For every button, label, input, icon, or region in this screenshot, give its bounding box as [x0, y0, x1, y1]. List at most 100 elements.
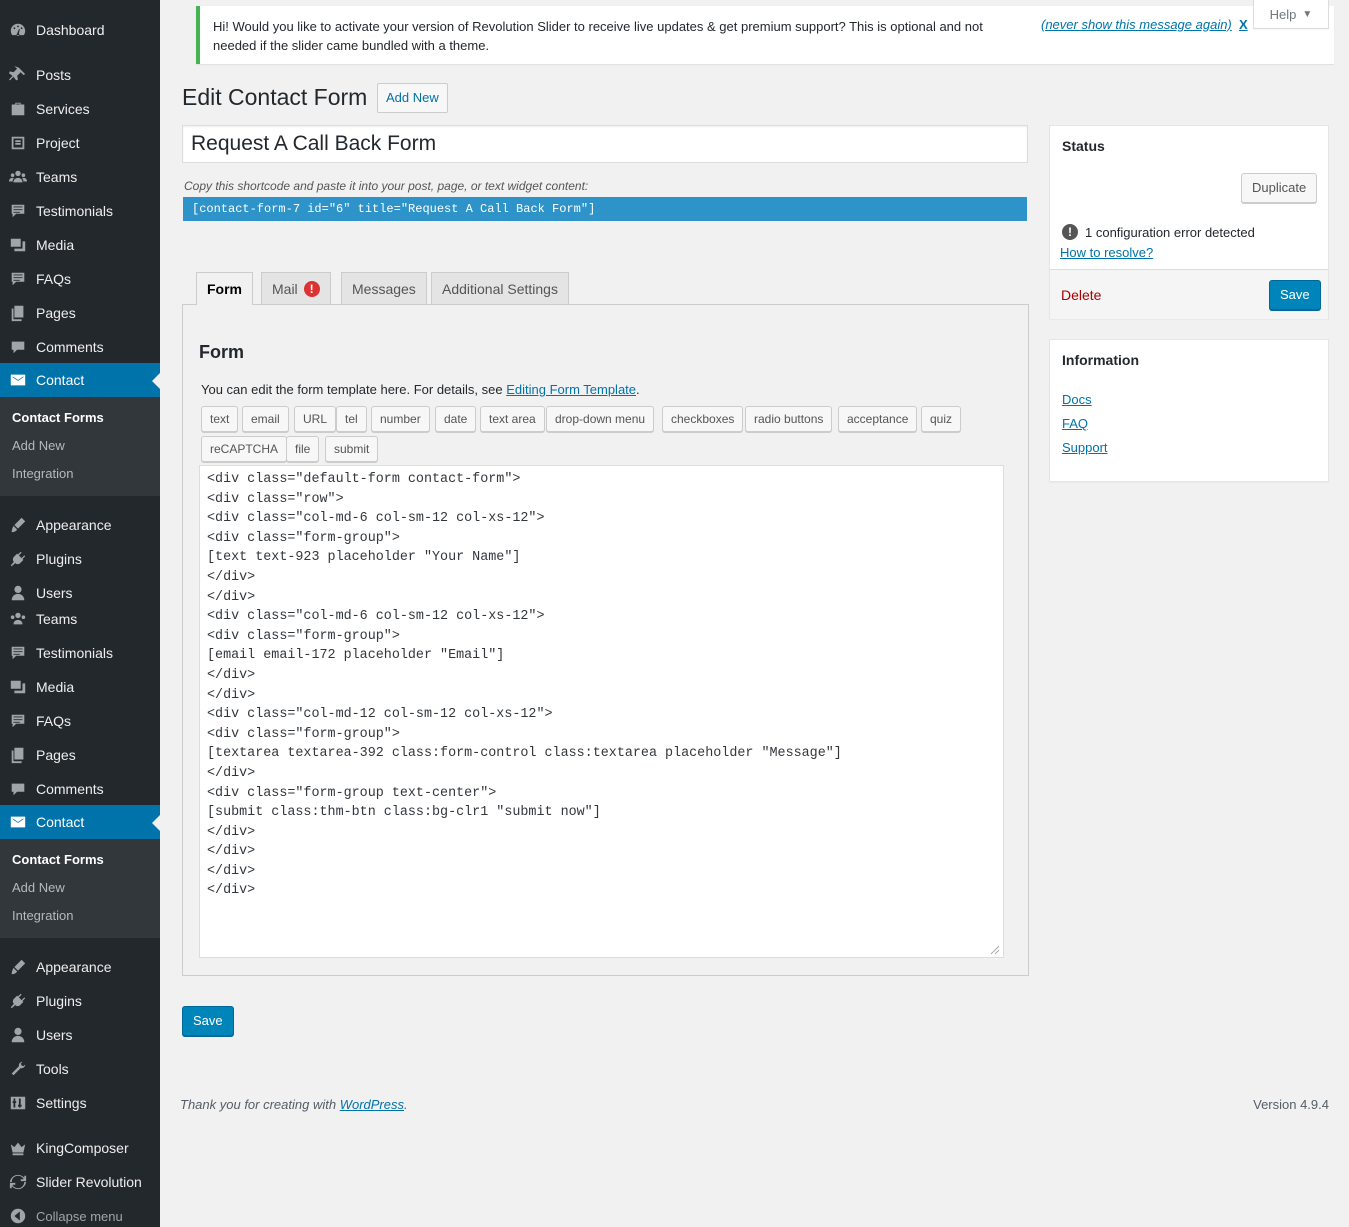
menu-plugins-2[interactable]: Plugins — [0, 984, 160, 1018]
information-box: Information — [1049, 339, 1329, 482]
menu-comments-2[interactable]: Comments — [0, 772, 160, 806]
contact-submenu-2: Contact Forms Add New Integration — [0, 839, 160, 938]
tab-additional-settings[interactable]: Additional Settings — [431, 272, 569, 304]
tag-button-dropdown[interactable]: drop-down menu — [546, 406, 655, 432]
pages-icon — [0, 746, 36, 764]
wordpress-link[interactable]: WordPress — [340, 1097, 404, 1112]
menu-users-2[interactable]: Users — [0, 1018, 160, 1052]
menu-contact-2[interactable]: Contact — [0, 805, 160, 839]
menu-label: Users — [36, 585, 73, 601]
submenu-integration[interactable]: Integration — [0, 460, 160, 488]
menu-teams[interactable]: Teams — [0, 160, 160, 194]
tag-button-recaptcha[interactable]: reCAPTCHA — [201, 436, 288, 462]
tag-button-url[interactable]: URL — [294, 406, 337, 432]
notice-close-button[interactable]: X — [1239, 17, 1248, 32]
comment-icon — [0, 644, 36, 662]
menu-appearance-2[interactable]: Appearance — [0, 950, 160, 984]
menu-label: FAQs — [36, 713, 72, 729]
tag-button-radio[interactable]: radio buttons — [745, 406, 833, 432]
save-button[interactable]: Save — [182, 1006, 234, 1036]
collapse-icon — [0, 1207, 36, 1225]
refresh-icon — [0, 1173, 36, 1191]
menu-appearance[interactable]: Appearance — [0, 508, 160, 542]
submenu-integration[interactable]: Integration — [0, 902, 160, 930]
menu-posts[interactable]: Posts — [0, 58, 160, 92]
resize-handle-icon[interactable] — [990, 945, 1000, 955]
menu-testimonials-2[interactable]: Testimonials — [0, 636, 160, 670]
config-error-notice: ! 1 configuration error detected — [1062, 224, 1255, 240]
menu-label: FAQs — [36, 271, 72, 287]
menu-contact[interactable]: Contact — [0, 363, 160, 397]
comment-icon — [0, 270, 36, 288]
tag-button-acceptance[interactable]: acceptance — [838, 406, 918, 432]
menu-faqs[interactable]: FAQs — [0, 262, 160, 296]
menu-label: Media — [36, 679, 75, 695]
faq-link[interactable]: FAQ — [1062, 416, 1088, 431]
footer-thanks: Thank you for creating with WordPress. — [180, 1097, 408, 1112]
menu-pages-2[interactable]: Pages — [0, 738, 160, 772]
collapse-menu-button[interactable]: Collapse menu — [0, 1199, 160, 1227]
menu-settings[interactable]: Settings — [0, 1086, 160, 1120]
menu-testimonials[interactable]: Testimonials — [0, 194, 160, 228]
tag-button-textarea[interactable]: text area — [480, 406, 545, 432]
menu-label: Collapse menu — [36, 1208, 123, 1224]
menu-plugins[interactable]: Plugins — [0, 542, 160, 576]
menu-slider-revolution[interactable]: Slider Revolution — [0, 1165, 160, 1199]
help-tab-button[interactable]: Help ▼ — [1253, 0, 1329, 29]
tag-button-number[interactable]: number — [371, 406, 430, 432]
form-heading: Form — [199, 342, 244, 362]
delete-link[interactable]: Delete — [1061, 287, 1101, 303]
page-title: Edit Contact Form — [182, 84, 368, 110]
tab-form[interactable]: Form — [196, 272, 253, 305]
submenu-add-new[interactable]: Add New — [0, 432, 160, 460]
menu-label: Posts — [36, 67, 72, 83]
pages-icon — [0, 304, 36, 322]
duplicate-button[interactable]: Duplicate — [1241, 173, 1318, 203]
submenu-add-new[interactable]: Add New — [0, 874, 160, 902]
tag-button-tel[interactable]: tel — [336, 406, 367, 432]
tab-mail[interactable]: Mail ! — [261, 272, 331, 304]
tag-button-date[interactable]: date — [435, 406, 477, 432]
notice-message: Hi! Would you like to activate your vers… — [213, 19, 983, 53]
submenu-contact-forms[interactable]: Contact Forms — [0, 846, 160, 874]
tab-messages[interactable]: Messages — [341, 272, 427, 304]
add-new-button[interactable]: Add New — [377, 83, 448, 113]
menu-label: KingComposer — [36, 1140, 129, 1156]
menu-project[interactable]: Project — [0, 126, 160, 160]
menu-media[interactable]: Media — [0, 228, 160, 262]
menu-comments[interactable]: Comments — [0, 330, 160, 364]
support-link[interactable]: Support — [1062, 440, 1108, 455]
tag-button-text[interactable]: text — [201, 406, 239, 432]
tag-button-email[interactable]: email — [242, 406, 289, 432]
portfolio-icon — [0, 134, 36, 152]
status-save-button[interactable]: Save — [1269, 280, 1321, 310]
tag-button-submit[interactable]: submit — [325, 436, 379, 462]
menu-tools[interactable]: Tools — [0, 1052, 160, 1086]
media-icon — [0, 236, 36, 254]
menu-kingcomposer[interactable]: KingComposer — [0, 1131, 160, 1165]
tag-button-quiz[interactable]: quiz — [921, 406, 962, 432]
form-template-editor[interactable]: <div class="default-form contact-form"> … — [199, 465, 1004, 958]
menu-label: Testimonials — [36, 645, 114, 661]
menu-services[interactable]: Services — [0, 92, 160, 126]
plug-icon — [0, 550, 36, 568]
pin-icon — [0, 66, 36, 84]
how-to-resolve-link[interactable]: How to resolve? — [1060, 245, 1153, 260]
groups-icon — [0, 168, 36, 186]
never-show-link[interactable]: (never show this message again) — [1041, 17, 1232, 32]
menu-label: Tools — [36, 1061, 69, 1077]
editing-form-template-link[interactable]: Editing Form Template — [506, 382, 636, 397]
help-label: Help — [1269, 6, 1297, 22]
tag-button-checkboxes[interactable]: checkboxes — [662, 406, 744, 432]
menu-pages[interactable]: Pages — [0, 296, 160, 330]
form-title-input[interactable] — [182, 125, 1028, 163]
menu-dashboard[interactable]: Dashboard — [0, 13, 160, 47]
menu-faqs-2[interactable]: FAQs — [0, 704, 160, 738]
submenu-contact-forms[interactable]: Contact Forms — [0, 404, 160, 432]
tag-button-file[interactable]: file — [286, 436, 320, 462]
docs-link[interactable]: Docs — [1062, 392, 1092, 407]
envelope-icon — [0, 813, 36, 831]
menu-teams-2[interactable]: Teams — [0, 602, 160, 636]
shortcode-field[interactable]: [contact-form-7 id="6" title="Request A … — [183, 197, 1027, 221]
menu-media-2[interactable]: Media — [0, 670, 160, 704]
